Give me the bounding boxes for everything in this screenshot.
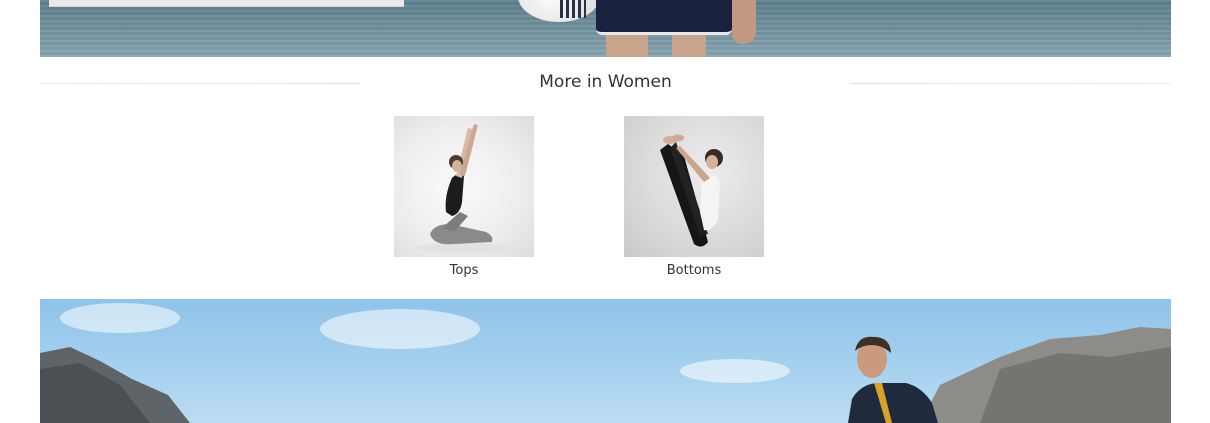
section-title: More in Women [539,72,672,92]
yoga-tops-image [416,124,512,253]
category-thumbnail-bottoms[interactable] [624,116,764,257]
category-label-tops[interactable]: Tops [394,262,534,280]
top-banner-image[interactable] [40,0,1171,57]
category-thumbnail-tops[interactable] [394,116,534,257]
mountain-scene [40,327,1171,423]
category-card-tops[interactable]: Tops [394,116,534,280]
section-heading: More in Women [40,70,1171,96]
model-shorts [596,0,732,35]
category-card-bottoms[interactable]: Bottoms [624,116,764,280]
category-label-bottoms[interactable]: Bottoms [624,262,764,280]
model-hand [732,0,756,44]
bottom-banner-image[interactable] [40,299,1171,423]
volleyball-stripes [560,0,586,18]
yoga-bottoms-image [660,134,723,247]
category-page: More in Women Tops Bottoms [0,0,1210,423]
promo-overlay-box [49,0,404,7]
